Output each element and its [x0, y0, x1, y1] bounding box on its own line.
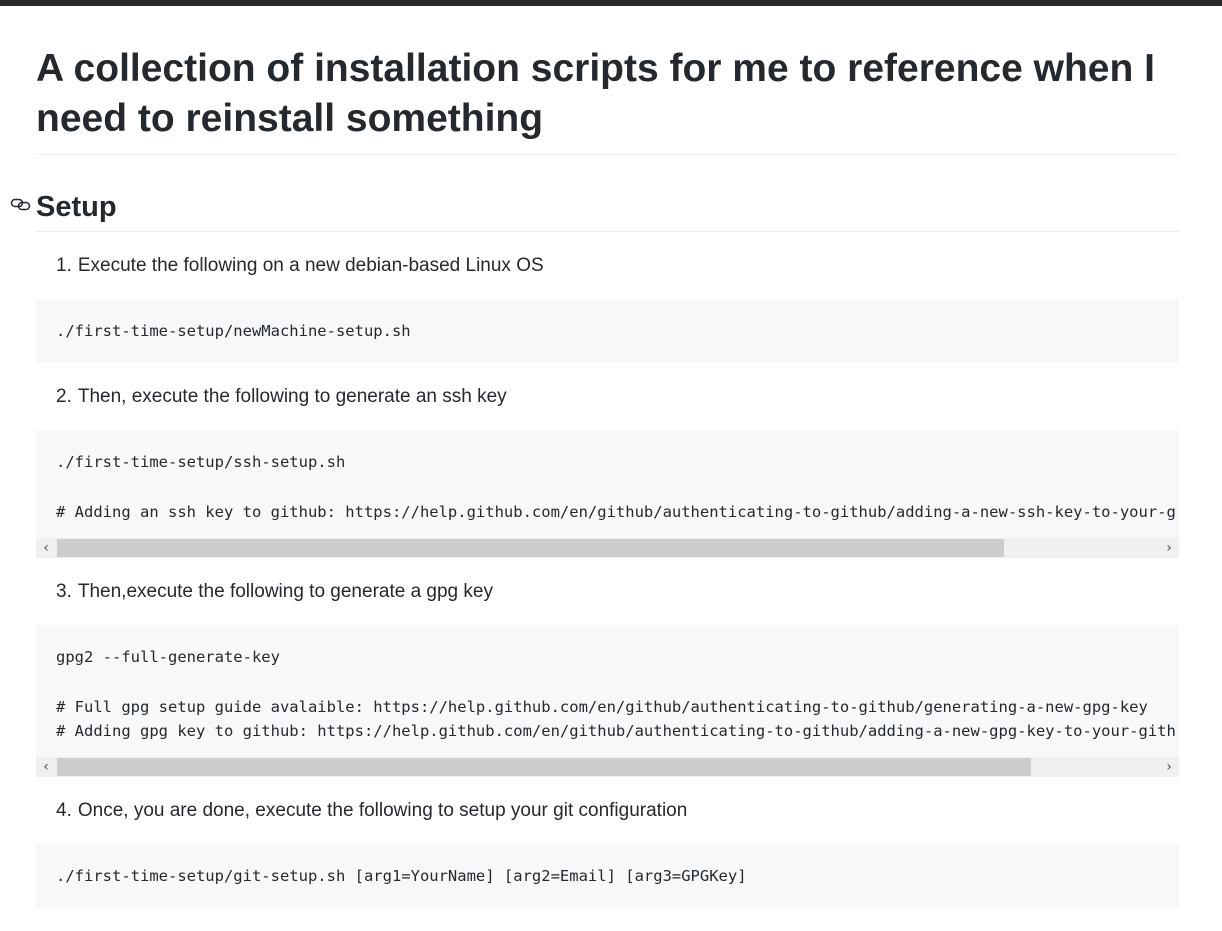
- code-line: ./first-time-setup/ssh-setup.sh: [56, 453, 346, 471]
- step-description: Then, execute the following to generate …: [77, 386, 507, 407]
- readme-content: A collection of installation scripts for…: [10, 6, 1179, 908]
- code-line: # Adding an ssh key to github: https://h…: [56, 503, 1176, 521]
- horizontal-scrollbar[interactable]: ‹ ›: [36, 538, 1179, 558]
- step-number: 1.: [56, 255, 72, 276]
- code-content[interactable]: ./first-time-setup/git-setup.sh [arg1=Yo…: [36, 844, 1179, 908]
- code-content[interactable]: ./first-time-setup/ssh-setup.sh # Adding …: [36, 430, 1179, 538]
- code-line: # Adding gpg key to github: https://help…: [56, 722, 1176, 740]
- chevron-left-icon[interactable]: ‹: [36, 538, 56, 558]
- scrollbar-thumb[interactable]: [57, 539, 1004, 557]
- step-number: 3.: [56, 581, 72, 602]
- code-line: # Full gpg setup guide avalaible: https:…: [56, 698, 1148, 716]
- step-1-text: 1. Execute the following on a new debian-…: [36, 254, 1179, 278]
- code-block-step-1[interactable]: ./first-time-setup/newMachine-setup.sh: [36, 299, 1179, 363]
- code-line: ./first-time-setup/git-setup.sh [arg1=Yo…: [56, 867, 747, 885]
- page-title: A collection of installation scripts for…: [36, 6, 1179, 155]
- scrollbar-thumb[interactable]: [57, 758, 1031, 776]
- chevron-right-icon[interactable]: ›: [1159, 757, 1179, 777]
- step-number: 2.: [56, 386, 72, 407]
- code-content[interactable]: ./first-time-setup/newMachine-setup.sh: [36, 299, 1179, 363]
- code-block-step-4[interactable]: ./first-time-setup/git-setup.sh [arg1=Yo…: [36, 844, 1179, 908]
- code-block-step-2[interactable]: ./first-time-setup/ssh-setup.sh # Adding …: [36, 430, 1179, 558]
- link-icon[interactable]: [10, 195, 32, 213]
- step-2-text: 2. Then, execute the following to generat…: [36, 385, 1179, 409]
- step-description: Then,execute the following to generate a…: [77, 581, 493, 602]
- step-description: Once, you are done, execute the followin…: [77, 800, 688, 821]
- steps-list: 1. Execute the following on a new debian-…: [36, 254, 1179, 908]
- chevron-left-icon[interactable]: ‹: [36, 757, 56, 777]
- code-content[interactable]: gpg2 --full-generate-key # Full gpg setup…: [36, 625, 1179, 757]
- step-3-text: 3. Then,execute the following to generate…: [36, 580, 1179, 604]
- code-line: gpg2 --full-generate-key: [56, 648, 280, 666]
- horizontal-scrollbar[interactable]: ‹ ›: [36, 757, 1179, 777]
- section-header: Setup: [10, 191, 1179, 232]
- section-heading-setup: Setup: [36, 191, 117, 223]
- code-block-step-3[interactable]: gpg2 --full-generate-key # Full gpg setup…: [36, 625, 1179, 777]
- chevron-right-icon[interactable]: ›: [1159, 538, 1179, 558]
- step-description: Execute the following on a new debian-ba…: [77, 255, 544, 276]
- code-line: ./first-time-setup/newMachine-setup.sh: [56, 322, 411, 340]
- step-4-text: 4. Once, you are done, execute the follow…: [36, 799, 1179, 823]
- step-number: 4.: [56, 800, 72, 821]
